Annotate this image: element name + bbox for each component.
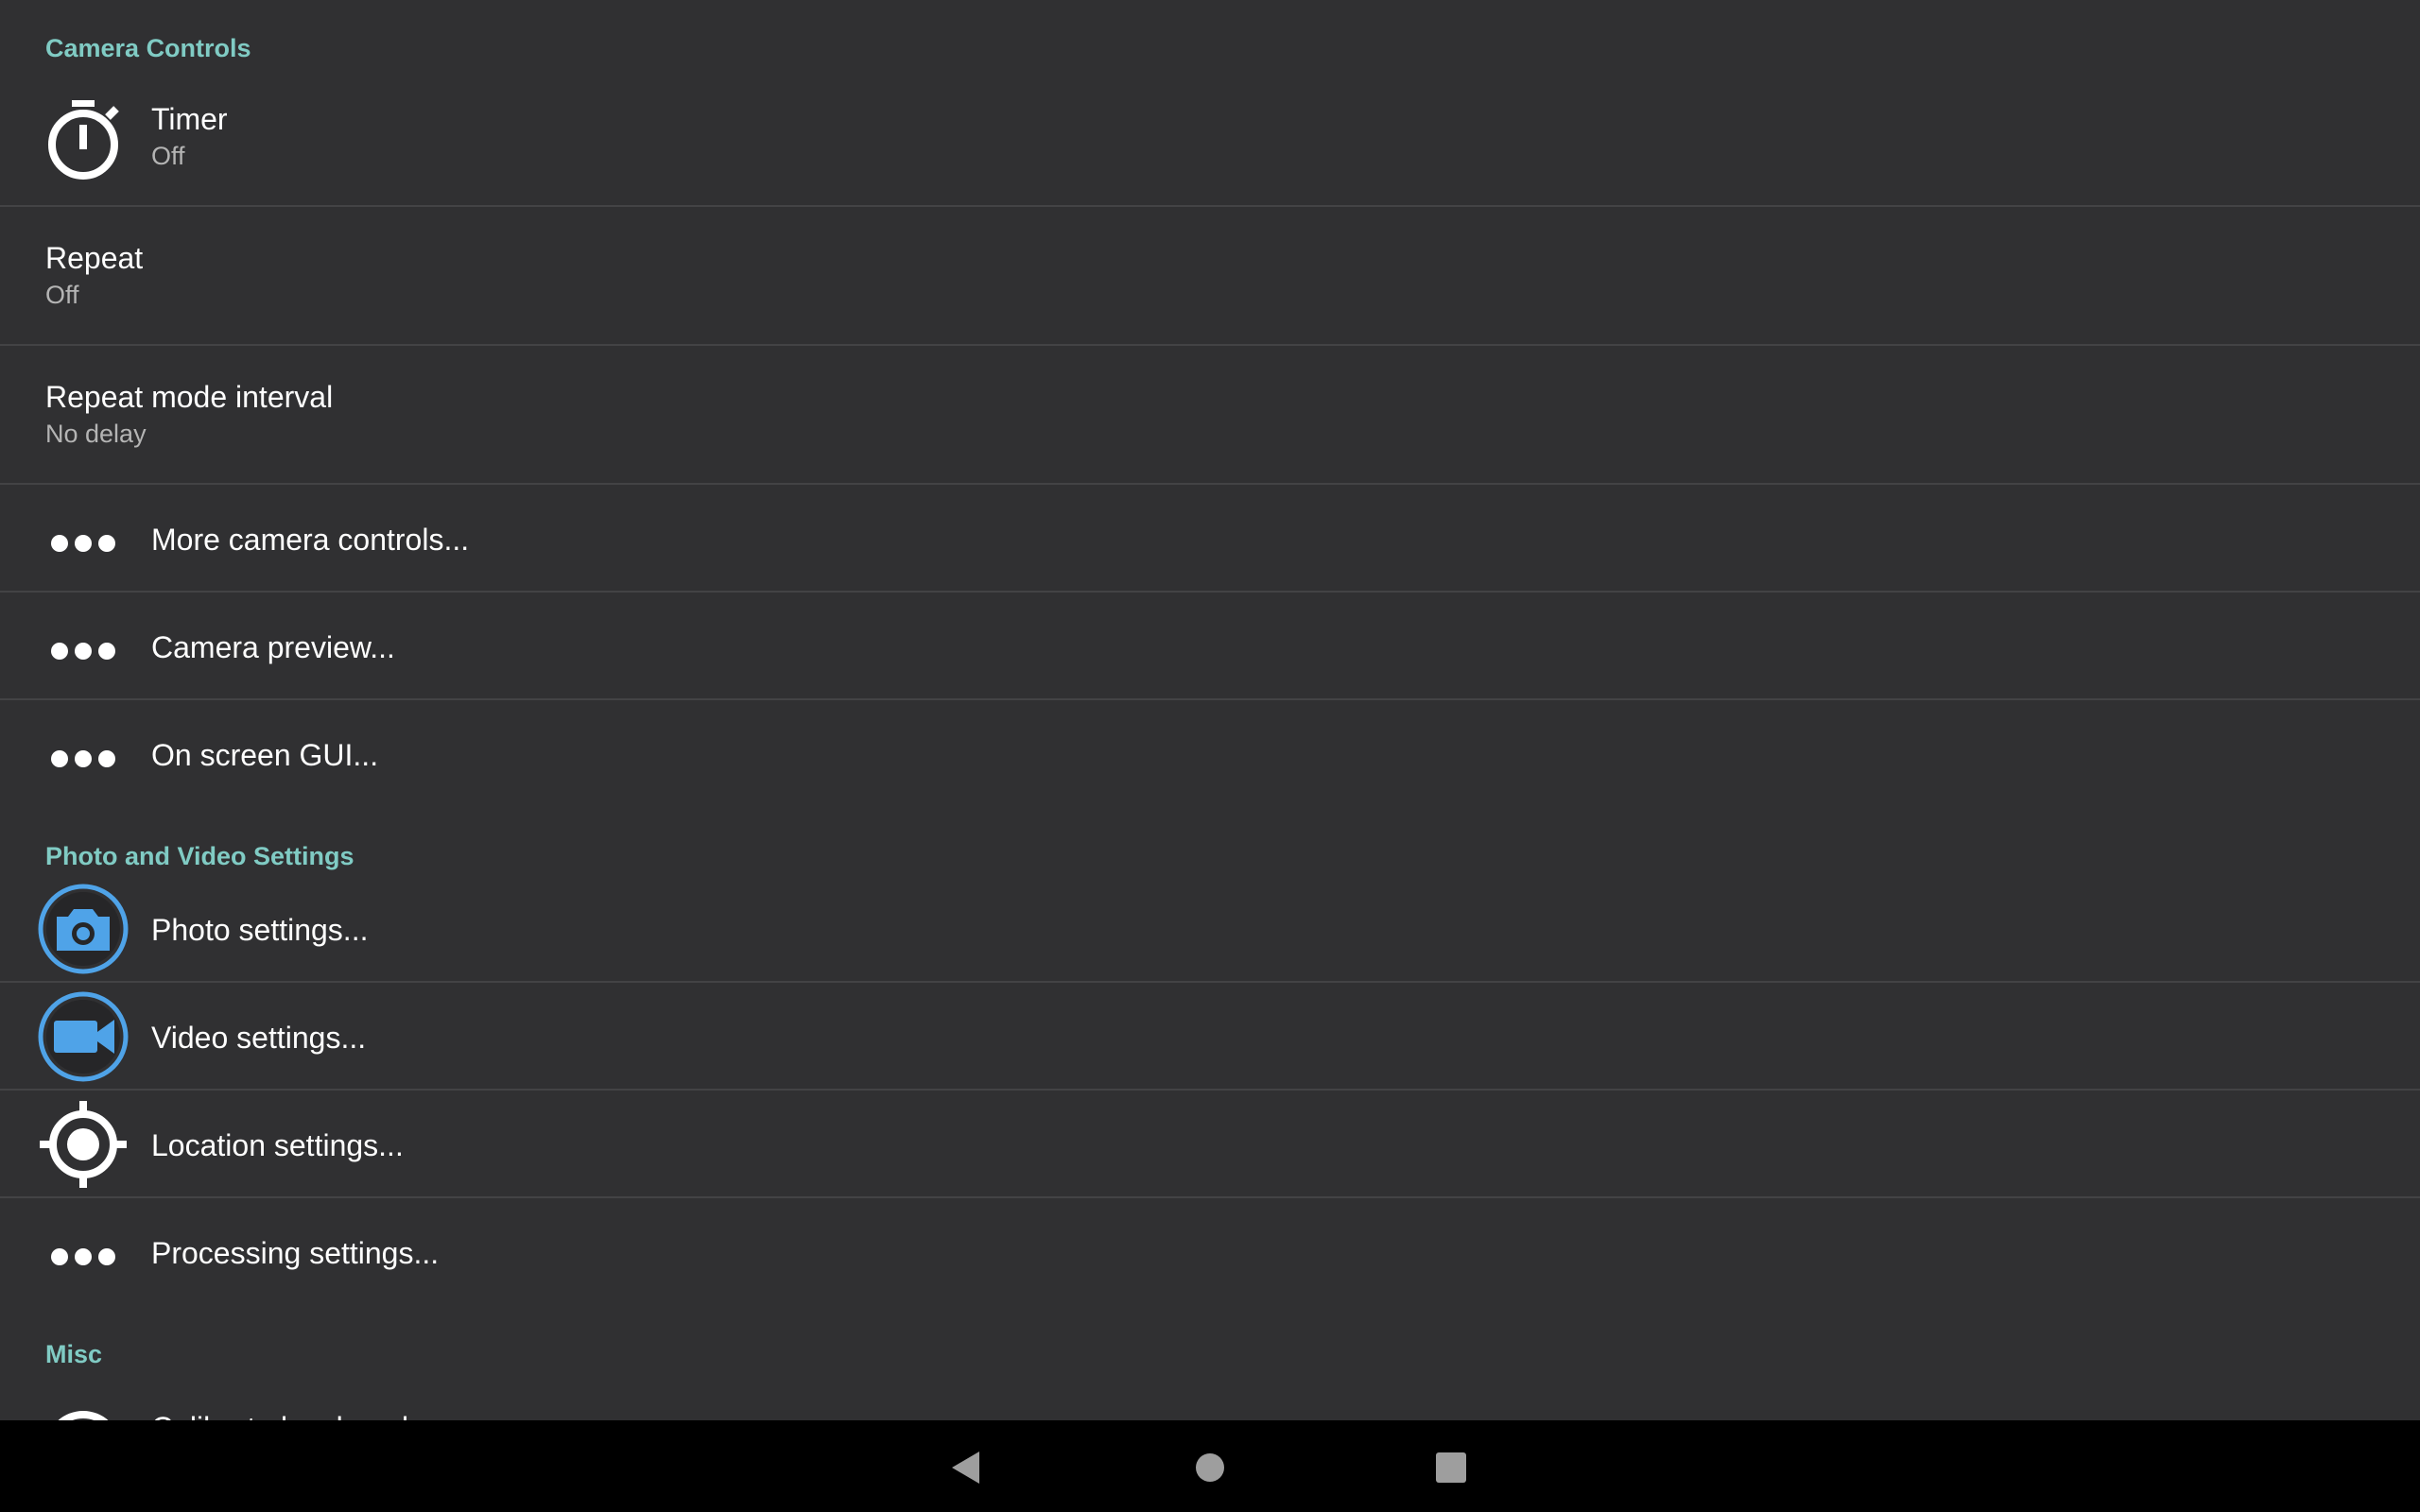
pref-repeat-interval[interactable]: Repeat mode interval No delay bbox=[0, 346, 2420, 485]
pref-timer[interactable]: Timer Off bbox=[0, 70, 2420, 207]
pref-title: Repeat bbox=[45, 241, 144, 275]
level-icon bbox=[58, 1411, 109, 1420]
more-horiz-icon bbox=[51, 535, 115, 552]
camera-icon bbox=[38, 884, 129, 974]
recents-square-icon[interactable] bbox=[1423, 1439, 1479, 1496]
pref-summary: Off bbox=[45, 281, 79, 309]
pref-summary: Off bbox=[151, 142, 185, 170]
section-header-misc: Misc bbox=[45, 1340, 103, 1368]
pref-photo-settings[interactable]: Photo settings... bbox=[0, 875, 2420, 983]
pref-repeat[interactable]: Repeat Off bbox=[0, 207, 2420, 346]
pref-title: On screen GUI... bbox=[151, 738, 379, 772]
pref-title: More camera controls... bbox=[151, 523, 470, 557]
settings-list[interactable]: Camera Controls Timer Off Repeat Off Rep… bbox=[0, 0, 2420, 1420]
pref-title: Timer bbox=[151, 102, 228, 136]
pref-title: Location settings... bbox=[151, 1128, 404, 1162]
pref-more-camera-controls[interactable]: More camera controls... bbox=[0, 485, 2420, 593]
section-header-photo-video: Photo and Video Settings bbox=[45, 842, 354, 870]
pref-on-screen-gui[interactable]: On screen GUI... bbox=[0, 700, 2420, 808]
videocam-icon bbox=[38, 991, 129, 1082]
pref-processing-settings[interactable]: Processing settings... bbox=[0, 1198, 2420, 1306]
pref-camera-preview[interactable]: Camera preview... bbox=[0, 593, 2420, 700]
pref-summary: No delay bbox=[45, 420, 147, 448]
pref-title: Calibrate level angles... bbox=[151, 1411, 466, 1420]
section-header-camera-controls: Camera Controls bbox=[45, 34, 251, 62]
home-circle-icon[interactable] bbox=[1182, 1439, 1238, 1496]
more-horiz-icon bbox=[51, 1248, 115, 1265]
more-horiz-icon bbox=[51, 750, 115, 767]
more-horiz-icon bbox=[51, 643, 115, 660]
pref-title: Repeat mode interval bbox=[45, 380, 334, 414]
pref-title: Video settings... bbox=[151, 1021, 367, 1055]
pref-video-settings[interactable]: Video settings... bbox=[0, 983, 2420, 1091]
pref-calibrate[interactable]: Calibrate level angles... bbox=[0, 1373, 2420, 1420]
pref-title: Camera preview... bbox=[151, 630, 395, 664]
gps-fixed-icon bbox=[40, 1101, 127, 1188]
navigation-bar bbox=[0, 1420, 2420, 1512]
settings-screen: Camera Controls Timer Off Repeat Off Rep… bbox=[0, 0, 2420, 1512]
back-triangle-icon[interactable] bbox=[938, 1439, 994, 1496]
pref-location-settings[interactable]: Location settings... bbox=[0, 1091, 2420, 1198]
pref-title: Photo settings... bbox=[151, 913, 369, 947]
stopwatch-icon bbox=[48, 100, 119, 180]
pref-title: Processing settings... bbox=[151, 1236, 440, 1270]
